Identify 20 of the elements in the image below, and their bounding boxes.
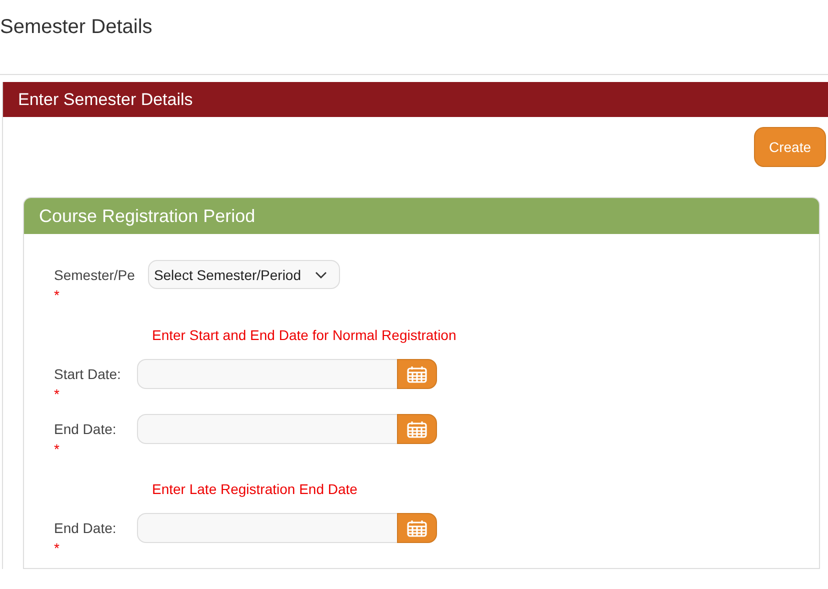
panel-header: Enter Semester Details xyxy=(3,82,828,117)
field-label: Start Date: * xyxy=(54,365,122,404)
calendar-button[interactable] xyxy=(397,513,437,543)
calendar-icon xyxy=(407,420,427,438)
field-label: Semester/Pe * xyxy=(54,266,135,305)
calendar-button[interactable] xyxy=(397,414,437,444)
semester-dropdown[interactable]: Select Semester/Period xyxy=(148,260,340,289)
field-label: End Date: * xyxy=(54,420,118,459)
date-field[interactable] xyxy=(137,513,397,543)
instruction-text: Enter Start and End Date for Normal Registration xyxy=(152,327,458,343)
field-label: End Date: * xyxy=(54,519,118,558)
page-title: Semester Details xyxy=(0,16,152,39)
date-field[interactable] xyxy=(137,414,397,444)
instruction-text: Enter Late Registration End Date xyxy=(152,481,358,497)
calendar-button[interactable] xyxy=(397,359,437,389)
chevron-down-icon xyxy=(315,270,328,278)
calendar-icon xyxy=(407,366,427,382)
date-field[interactable] xyxy=(137,359,397,389)
calendar-icon xyxy=(407,520,427,536)
card-header: Course Registration Period xyxy=(24,198,819,234)
